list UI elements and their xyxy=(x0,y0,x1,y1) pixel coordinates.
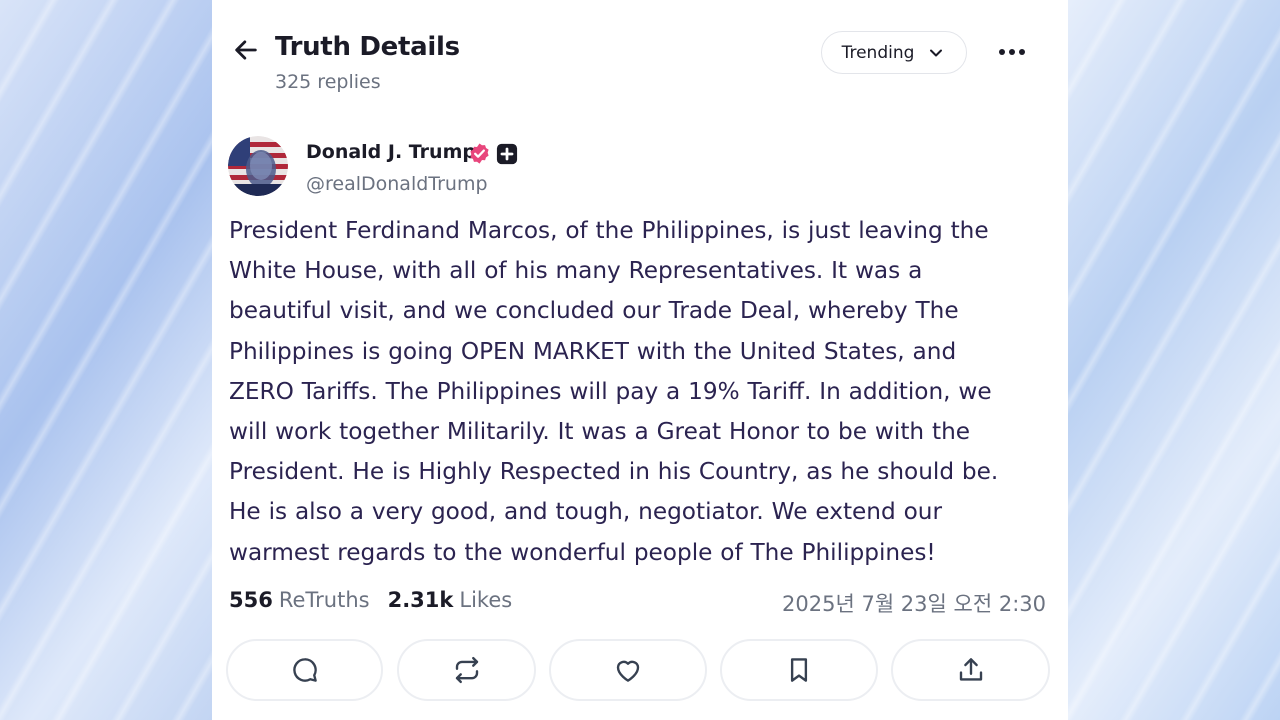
post-line: warmest regards to the wonderful people … xyxy=(229,538,936,566)
likes-count: 2.31k xyxy=(387,588,454,612)
post-line: will work together Militarily. It was a … xyxy=(229,418,971,446)
post-text: President Ferdinand Marcos, of the Phili… xyxy=(229,211,1049,573)
post-line: Philippines is going OPEN MARKET with th… xyxy=(229,337,957,365)
action-bar xyxy=(226,639,1052,701)
post-line: President Ferdinand Marcos, of the Phili… xyxy=(229,217,989,244)
bookmark-icon xyxy=(790,658,808,682)
heart-icon xyxy=(616,660,640,682)
retruth-button[interactable] xyxy=(397,639,536,701)
post-line: President. He is Highly Respected in his… xyxy=(229,458,999,486)
verified-badge-icon xyxy=(470,143,489,164)
post-line: White House, with all of his many Repres… xyxy=(229,257,923,285)
post-line: ZERO Tariffs. The Philippines will pay a… xyxy=(229,377,992,405)
author-name[interactable]: Donald J. Trump xyxy=(306,141,476,163)
share-icon xyxy=(959,658,982,681)
more-options-button[interactable] xyxy=(994,36,1030,68)
bookmark-button[interactable] xyxy=(720,639,878,701)
retruths-stat[interactable]: 556 ReTruths xyxy=(229,588,370,616)
background-left xyxy=(0,0,212,720)
truth-plus-icon xyxy=(496,143,518,165)
more-horizontal-icon xyxy=(999,49,1025,55)
likes-stat[interactable]: 2.31k Likes xyxy=(388,588,513,616)
reply-count: 325 replies xyxy=(275,71,381,93)
likes-label: Likes xyxy=(459,588,513,612)
reply-icon xyxy=(292,658,317,682)
page-title: Truth Details xyxy=(275,32,460,62)
reply-button[interactable] xyxy=(226,639,383,701)
share-button[interactable] xyxy=(891,639,1050,701)
arrow-left-icon xyxy=(235,40,257,60)
post-line: beautiful visit, and we concluded our Tr… xyxy=(229,297,959,325)
retruths-label: ReTruths xyxy=(278,588,370,612)
sort-dropdown-label: Trending xyxy=(841,42,915,63)
post-stats: 556 ReTruths 2.31k Likes xyxy=(229,588,512,616)
background-right xyxy=(1068,0,1280,720)
page-header: Truth Details 325 replies Trending xyxy=(212,0,1068,120)
like-button[interactable] xyxy=(549,639,707,701)
avatar[interactable] xyxy=(228,136,288,196)
retruth-icon xyxy=(455,656,478,684)
retruths-count: 556 xyxy=(229,588,273,612)
sort-dropdown[interactable]: Trending xyxy=(821,31,967,74)
author-handle[interactable]: @realDonaldTrump xyxy=(306,173,488,195)
truth-details-panel: Truth Details 325 replies Trending Donal… xyxy=(212,0,1068,720)
post-timestamp: 2025년 7월 23일 오전 2:30 xyxy=(782,592,1046,616)
chevron-down-icon xyxy=(930,49,943,56)
post-line: He is also a very good, and tough, negot… xyxy=(229,498,942,526)
back-button[interactable] xyxy=(230,34,262,66)
